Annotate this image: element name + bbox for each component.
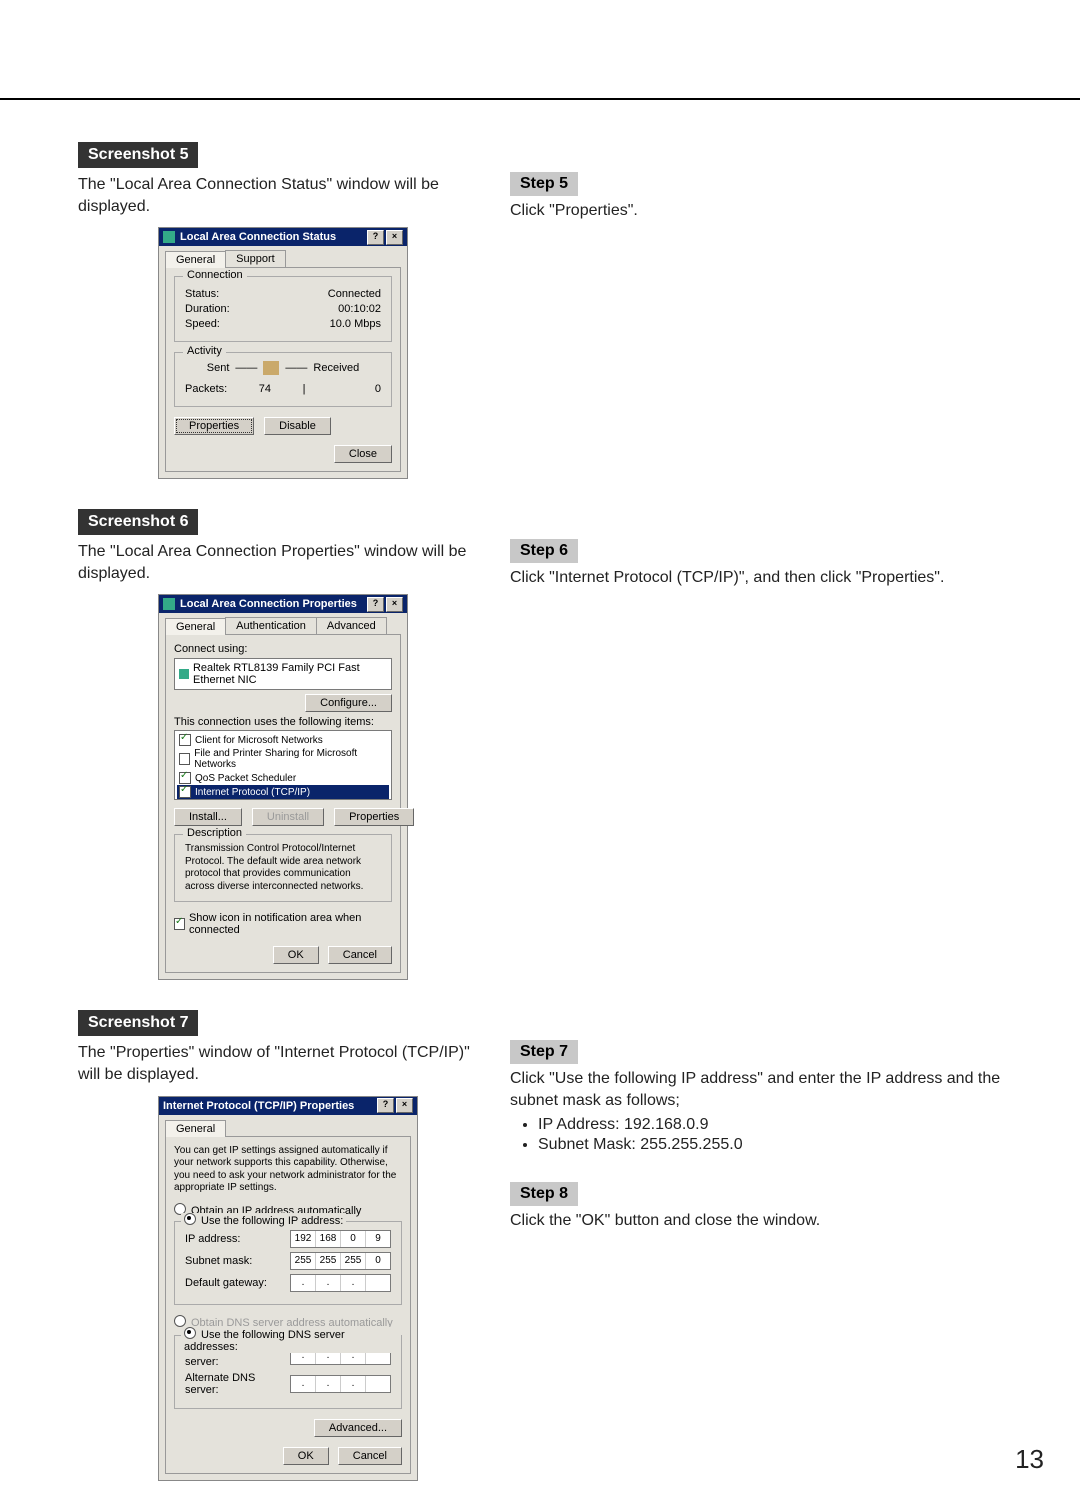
- tab-general[interactable]: General: [165, 618, 226, 635]
- value-received: 0: [306, 383, 381, 395]
- help-icon[interactable]: ?: [367, 597, 384, 612]
- label-ip: IP address:: [185, 1233, 240, 1245]
- properties-button[interactable]: Properties: [334, 808, 414, 826]
- bullet-mask: Subnet Mask: 255.255.255.0: [538, 1136, 1002, 1154]
- tab-support[interactable]: Support: [225, 250, 286, 267]
- props-title: Local Area Connection Properties: [180, 598, 357, 610]
- gateway-input[interactable]: ...: [290, 1274, 391, 1292]
- step5-badge: Step 5: [510, 172, 578, 196]
- radio-manual-dns[interactable]: [184, 1327, 196, 1339]
- tab-advanced[interactable]: Advanced: [316, 617, 387, 634]
- group-description: Description: [183, 827, 246, 839]
- label-gateway: Default gateway:: [185, 1277, 267, 1289]
- status-dialog: Local Area Connection Status ? × General…: [158, 227, 408, 479]
- disable-button[interactable]: Disable: [264, 417, 331, 435]
- mask-input[interactable]: 2552552550: [290, 1252, 391, 1270]
- network-icon: [163, 231, 175, 243]
- ok-button[interactable]: OK: [273, 946, 319, 964]
- step8-badge: Step 8: [510, 1182, 578, 1206]
- status-title: Local Area Connection Status: [180, 231, 336, 243]
- value-sent: 74: [227, 383, 302, 395]
- step7-badge: Step 7: [510, 1040, 578, 1064]
- nic-field: Realtek RTL8139 Family PCI Fast Ethernet…: [174, 658, 392, 690]
- help-icon[interactable]: ?: [367, 230, 384, 245]
- close-button[interactable]: Close: [334, 445, 392, 463]
- tcpip-title: Internet Protocol (TCP/IP) Properties: [163, 1100, 354, 1112]
- help-icon[interactable]: ?: [377, 1098, 394, 1113]
- list-item[interactable]: QoS Packet Scheduler: [195, 773, 296, 784]
- label-items: This connection uses the following items…: [174, 716, 392, 728]
- network-icon: [163, 598, 175, 610]
- activity-icon: [263, 361, 279, 375]
- list-item-tcpip[interactable]: Internet Protocol (TCP/IP): [195, 787, 310, 798]
- uninstall-button: Uninstall: [252, 808, 324, 826]
- checkbox-icon[interactable]: [179, 772, 191, 784]
- group-activity: Activity: [183, 345, 226, 357]
- screenshot5-desc: The "Local Area Connection Status" windo…: [78, 174, 478, 217]
- nic-name: Realtek RTL8139 Family PCI Fast Ethernet…: [193, 662, 387, 686]
- install-button[interactable]: Install...: [174, 808, 242, 826]
- label-sent: Sent: [207, 362, 230, 374]
- alt-dns-input[interactable]: ...: [290, 1375, 391, 1393]
- ok-button[interactable]: OK: [283, 1447, 329, 1465]
- cancel-button[interactable]: Cancel: [338, 1447, 402, 1465]
- close-icon[interactable]: ×: [386, 597, 403, 612]
- list-item[interactable]: Client for Microsoft Networks: [195, 735, 323, 746]
- label-mask: Subnet mask:: [185, 1255, 252, 1267]
- props-titlebar: Local Area Connection Properties ? ×: [159, 595, 407, 613]
- close-icon[interactable]: ×: [386, 230, 403, 245]
- radio-manual-ip[interactable]: [184, 1213, 196, 1225]
- show-icon-checkbox[interactable]: [174, 918, 185, 930]
- label-packets: Packets:: [185, 383, 227, 395]
- step6-text: Click "Internet Protocol (TCP/IP)", and …: [510, 567, 1002, 589]
- label-received: Received: [313, 362, 359, 374]
- bullet-ip: IP Address: 192.168.0.9: [538, 1116, 1002, 1134]
- checkbox-icon[interactable]: [179, 753, 190, 765]
- label-status: Status:: [185, 288, 219, 300]
- properties-dialog: Local Area Connection Properties ? × Gen…: [158, 594, 408, 980]
- radio-auto-dns: [174, 1315, 186, 1327]
- step6-badge: Step 6: [510, 539, 578, 563]
- screenshot7-badge: Screenshot 7: [78, 1010, 198, 1036]
- screenshot6-desc: The "Local Area Connection Properties" w…: [78, 541, 478, 584]
- tcpip-dialog: Internet Protocol (TCP/IP) Properties ? …: [158, 1096, 418, 1481]
- label-connect-using: Connect using:: [174, 643, 392, 655]
- tab-authentication[interactable]: Authentication: [225, 617, 317, 634]
- tab-general[interactable]: General: [165, 251, 226, 268]
- step5-text: Click "Properties".: [510, 200, 1002, 222]
- properties-button[interactable]: Properties: [174, 417, 254, 435]
- page-number: 13: [1015, 1444, 1044, 1475]
- tcpip-intro: You can get IP settings assigned automat…: [174, 1145, 402, 1195]
- advanced-button[interactable]: Advanced...: [314, 1419, 402, 1437]
- label-show-icon: Show icon in notification area when conn…: [189, 912, 392, 936]
- cancel-button[interactable]: Cancel: [328, 946, 392, 964]
- screenshot6-badge: Screenshot 6: [78, 509, 198, 535]
- step7-text: Click "Use the following IP address" and…: [510, 1068, 1002, 1111]
- screenshot5-badge: Screenshot 5: [78, 142, 198, 168]
- value-duration: 00:10:02: [338, 303, 381, 315]
- configure-button[interactable]: Configure...: [305, 694, 392, 712]
- step8-text: Click the "OK" button and close the wind…: [510, 1210, 1002, 1232]
- value-speed: 10.0 Mbps: [330, 318, 381, 330]
- status-titlebar: Local Area Connection Status ? ×: [159, 228, 407, 246]
- description-text: Transmission Control Protocol/Internet P…: [185, 843, 381, 893]
- label-manual-ip: Use the following IP address:: [201, 1215, 343, 1227]
- nic-icon: [179, 669, 189, 679]
- group-connection: Connection: [183, 269, 247, 281]
- label-alt-dns: Alternate DNS server:: [185, 1372, 290, 1396]
- label-manual-dns: Use the following DNS server addresses:: [184, 1329, 345, 1353]
- screenshot7-desc: The "Properties" window of "Internet Pro…: [78, 1042, 478, 1085]
- label-speed: Speed:: [185, 318, 220, 330]
- value-status: Connected: [328, 288, 381, 300]
- close-icon[interactable]: ×: [396, 1098, 413, 1113]
- list-item[interactable]: File and Printer Sharing for Microsoft N…: [194, 748, 387, 770]
- checkbox-icon[interactable]: [179, 786, 191, 798]
- components-list[interactable]: Client for Microsoft Networks File and P…: [174, 730, 392, 800]
- label-duration: Duration:: [185, 303, 230, 315]
- checkbox-icon[interactable]: [179, 734, 191, 746]
- tcpip-titlebar: Internet Protocol (TCP/IP) Properties ? …: [159, 1097, 417, 1115]
- tab-general[interactable]: General: [165, 1120, 226, 1137]
- ip-input[interactable]: 19216809: [290, 1230, 391, 1248]
